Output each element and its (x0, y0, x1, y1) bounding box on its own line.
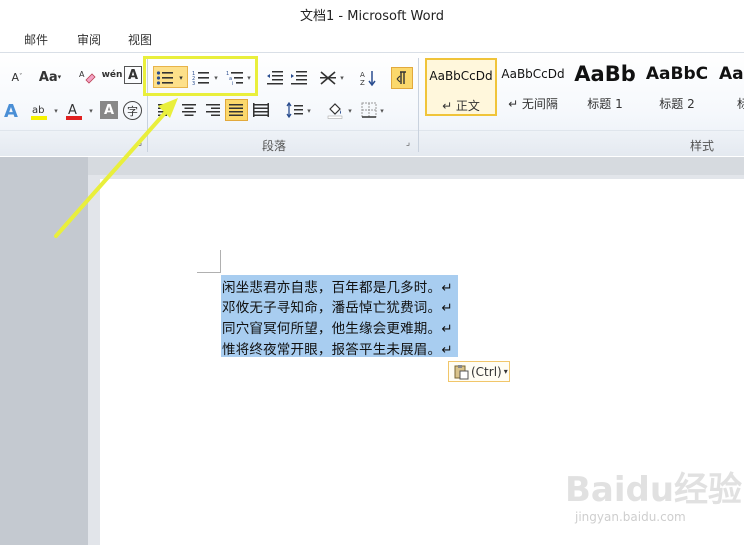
baidu-watermark: Baidu经验 (565, 470, 743, 510)
baidu-watermark-url: jingyan.baidu.com (575, 510, 686, 524)
